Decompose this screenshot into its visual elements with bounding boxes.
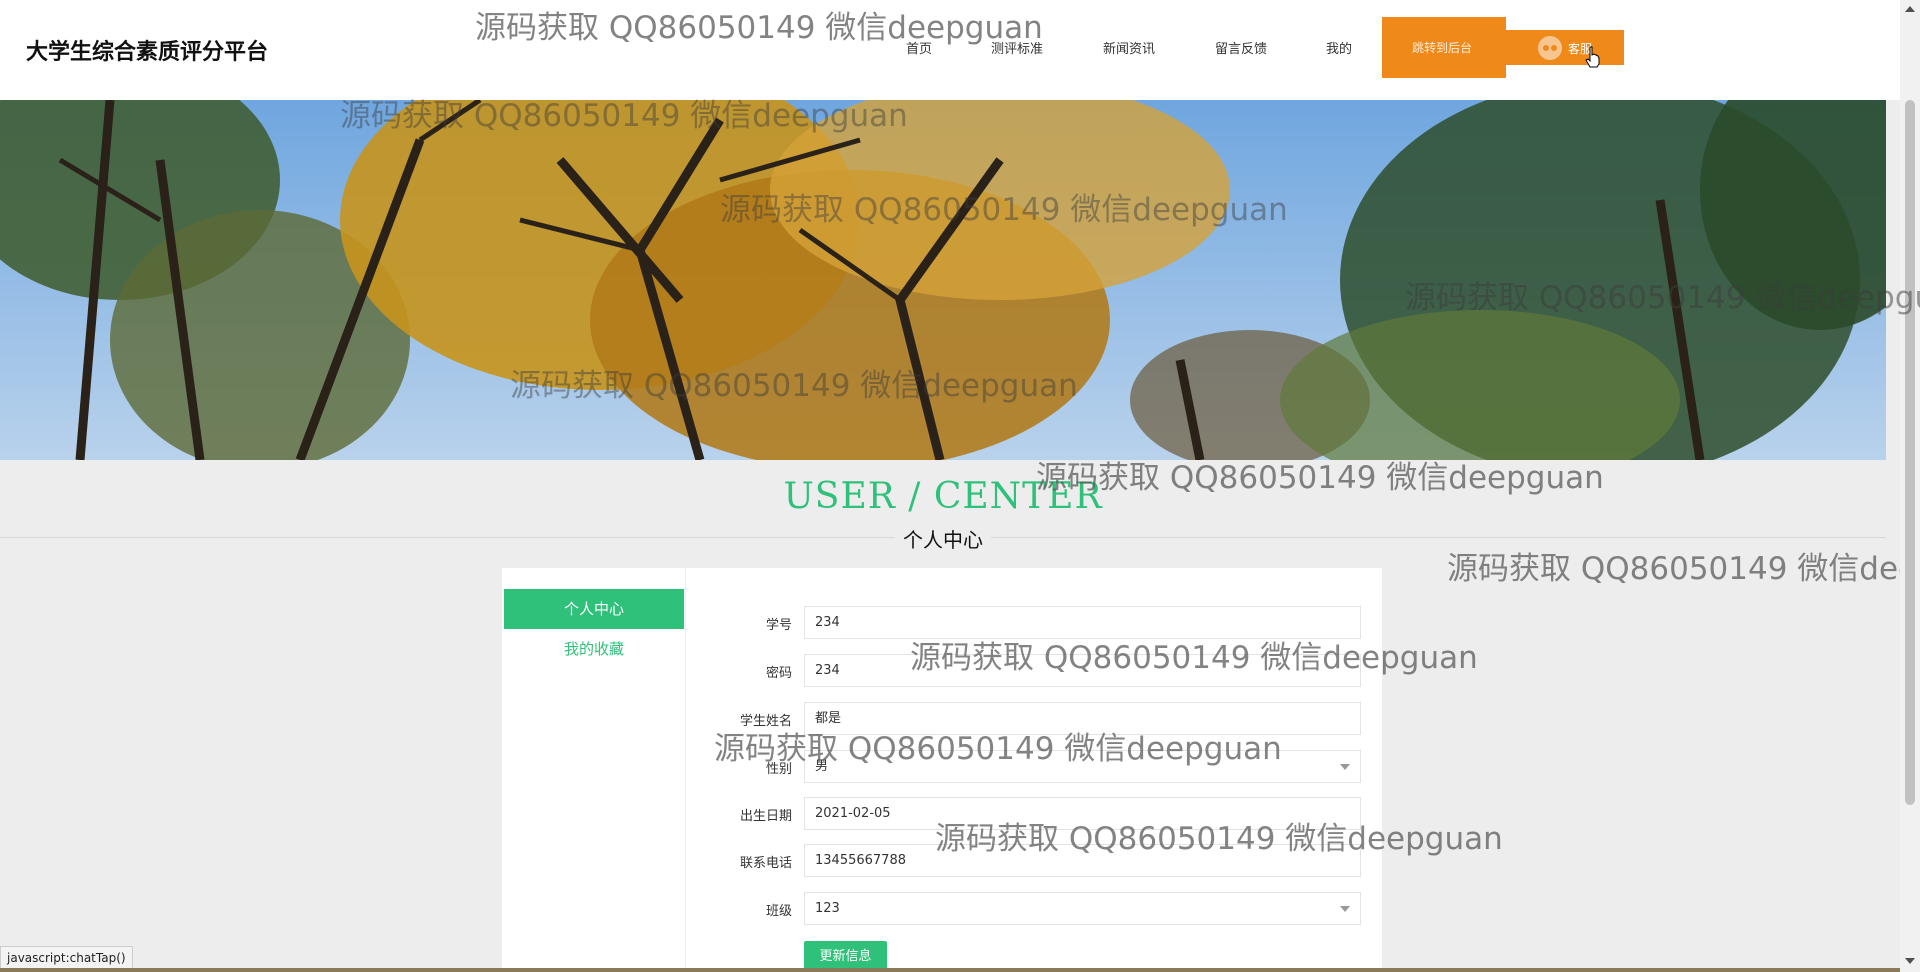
field-label-birth-date: 出生日期 (739, 809, 792, 824)
field-label-phone: 联系电话 (739, 856, 792, 871)
nav-feedback[interactable]: 留言反馈 (1215, 38, 1267, 57)
browser-status-bar: javascript:chatTap() (0, 946, 133, 970)
field-label-gender: 性别 (765, 762, 792, 777)
hand-cursor-icon (1585, 46, 1600, 68)
field-label-class: 班级 (765, 904, 792, 919)
chevron-down-icon (1340, 906, 1350, 912)
phone-input[interactable]: 13455667788 (804, 844, 1361, 877)
page-scrollbar[interactable] (1900, 0, 1920, 972)
field-label-student-id: 学号 (765, 618, 792, 633)
gender-select[interactable]: 男 (804, 750, 1361, 783)
scroll-thumb[interactable] (1905, 100, 1915, 805)
nav-news[interactable]: 新闻资讯 (1103, 38, 1155, 57)
chat-button[interactable]: 客服 (1506, 30, 1624, 65)
section-title-en: USER / CENTER (783, 476, 1103, 517)
scroll-down-icon[interactable] (1905, 958, 1915, 964)
class-select-value: 123 (815, 901, 840, 916)
nav-mine[interactable]: 我的 (1326, 38, 1352, 57)
nav-home[interactable]: 首页 (906, 38, 932, 57)
password-input[interactable]: 234 (804, 654, 1361, 687)
gender-select-value: 男 (815, 759, 829, 774)
field-label-password: 密码 (765, 666, 792, 681)
scroll-up-icon[interactable] (1905, 6, 1915, 12)
student-name-input[interactable]: 都是 (804, 702, 1361, 735)
site-header: 大学生综合素质评分平台 首页 测评标准 新闻资讯 留言反馈 我的 跳转到后台 客… (0, 0, 1900, 100)
user-center-card: 个人中心 我的收藏 学号 234 密码 234 学生姓名 都是 性别 男 出生日… (502, 568, 1382, 972)
field-label-student-name: 学生姓名 (739, 714, 792, 729)
birth-date-input[interactable]: 2021-02-05 (804, 797, 1361, 830)
site-title[interactable]: 大学生综合素质评分平台 (26, 34, 268, 66)
admin-button[interactable]: 跳转到后台 (1382, 17, 1506, 78)
nav-evaluation-standards[interactable]: 测评标准 (991, 38, 1043, 57)
hero-banner-image (0, 100, 1886, 460)
section-title-cn: 个人中心 (0, 524, 1886, 553)
bottom-image-strip (0, 968, 1900, 972)
chevron-down-icon (1340, 764, 1350, 770)
chat-icon (1538, 36, 1562, 60)
student-id-input[interactable]: 234 (804, 606, 1361, 639)
class-select[interactable]: 123 (804, 892, 1361, 925)
section-title-cn-text: 个人中心 (895, 528, 991, 552)
admin-button-label: 跳转到后台 (1412, 41, 1473, 55)
